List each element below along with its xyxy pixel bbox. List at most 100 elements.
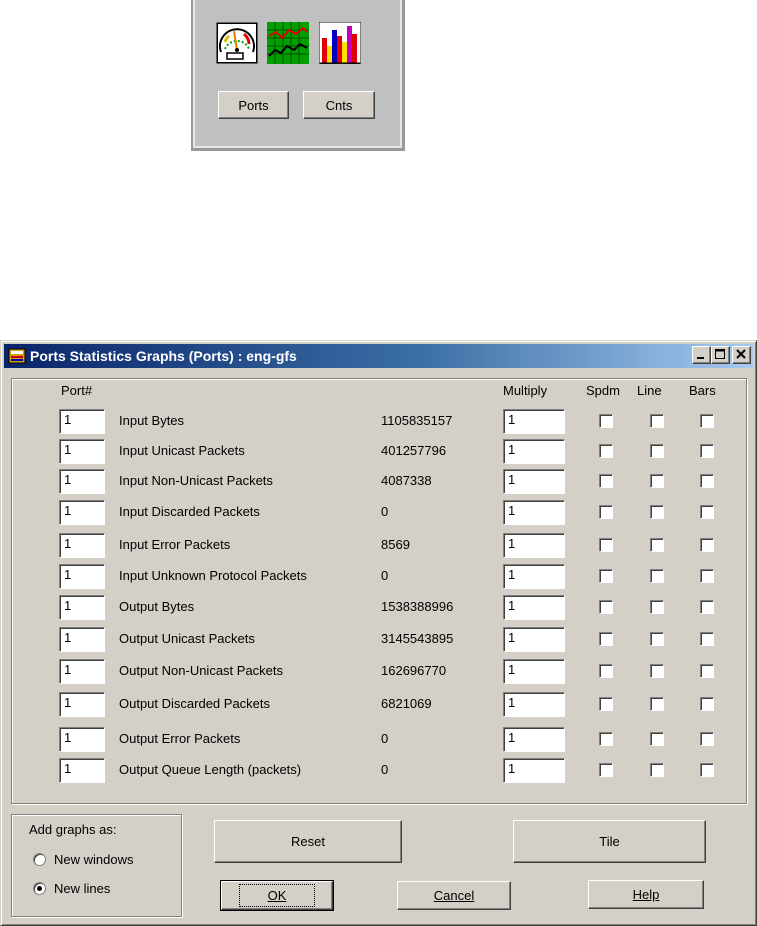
radio-circle[interactable] [33, 853, 46, 866]
window-title: Ports Statistics Graphs (Ports) : eng-gf… [30, 348, 297, 364]
bars-checkbox[interactable] [700, 697, 714, 711]
multiply-input[interactable]: 1 [503, 758, 565, 783]
stat-label: Output Error Packets [119, 731, 241, 746]
spdm-checkbox[interactable] [599, 569, 613, 583]
multiply-input[interactable]: 1 [503, 409, 565, 434]
bars-checkbox[interactable] [700, 600, 714, 614]
port-input[interactable]: 1 [59, 595, 105, 620]
line-checkbox[interactable] [650, 600, 664, 614]
multiply-input[interactable]: 1 [503, 500, 565, 525]
port-input[interactable]: 1 [59, 659, 105, 684]
port-input[interactable]: 1 [59, 692, 105, 717]
spdm-checkbox[interactable] [599, 505, 613, 519]
maximize-icon [715, 349, 725, 359]
ok-button[interactable]: OK [220, 880, 334, 911]
stat-value: 1105835157 [381, 413, 453, 428]
line-checkbox[interactable] [650, 697, 664, 711]
port-input[interactable]: 1 [59, 409, 105, 434]
maximize-button[interactable] [711, 346, 730, 364]
stat-label: Input Discarded Packets [119, 504, 260, 519]
multiply-input[interactable]: 1 [503, 439, 565, 464]
stat-row: 1 Input Bytes 1105835157 1 [1, 409, 757, 435]
line-checkbox[interactable] [650, 505, 664, 519]
port-input[interactable]: 1 [59, 758, 105, 783]
minimize-button[interactable] [692, 346, 711, 364]
stat-row: 1 Input Error Packets 8569 1 [1, 533, 757, 559]
port-input[interactable]: 1 [59, 469, 105, 494]
multiply-input[interactable]: 1 [503, 564, 565, 589]
stat-label: Output Queue Length (packets) [119, 762, 302, 777]
spdm-checkbox[interactable] [599, 632, 613, 646]
line-checkbox[interactable] [650, 538, 664, 552]
graph-toolbar: Ports Cnts [191, 0, 405, 151]
stat-value: 162696770 [381, 663, 447, 678]
line-checkbox[interactable] [650, 414, 664, 428]
bars-checkbox[interactable] [700, 632, 714, 646]
cnts-button[interactable]: Cnts [303, 91, 375, 119]
port-input[interactable]: 1 [59, 564, 105, 589]
radio-new-windows[interactable]: New windows [33, 852, 133, 867]
bars-checkbox[interactable] [700, 444, 714, 458]
port-column-header: Port# [61, 383, 93, 398]
bars-checkbox[interactable] [700, 414, 714, 428]
cancel-button[interactable]: Cancel [397, 881, 511, 910]
port-input[interactable]: 1 [59, 533, 105, 558]
radio-label: New windows [54, 852, 134, 867]
spdm-checkbox[interactable] [599, 474, 613, 488]
multiply-input[interactable]: 1 [503, 595, 565, 620]
spdm-checkbox[interactable] [599, 538, 613, 552]
spdm-column-header: Spdm [586, 383, 620, 398]
port-input[interactable]: 1 [59, 627, 105, 652]
spdm-checkbox[interactable] [599, 697, 613, 711]
spdm-checkbox[interactable] [599, 444, 613, 458]
multiply-input[interactable]: 1 [503, 727, 565, 752]
bars-checkbox[interactable] [700, 505, 714, 519]
bars-checkbox[interactable] [700, 763, 714, 777]
radio-new-lines[interactable]: New lines [33, 881, 110, 896]
reset-button[interactable]: Reset [214, 820, 402, 863]
spdm-checkbox[interactable] [599, 414, 613, 428]
line-checkbox[interactable] [650, 444, 664, 458]
title-bar[interactable]: Ports Statistics Graphs (Ports) : eng-gf… [4, 344, 753, 368]
port-input[interactable]: 1 [59, 439, 105, 464]
stat-row: 1 Output Queue Length (packets) 0 1 [1, 758, 757, 784]
stat-label: Input Error Packets [119, 537, 231, 552]
stat-value: 0 [381, 762, 389, 777]
spdm-checkbox[interactable] [599, 664, 613, 678]
port-input[interactable]: 1 [59, 727, 105, 752]
spdm-checkbox[interactable] [599, 732, 613, 746]
bar-chart-icon[interactable] [319, 22, 361, 64]
line-checkbox[interactable] [650, 732, 664, 746]
multiply-input[interactable]: 1 [503, 469, 565, 494]
close-button[interactable] [732, 346, 751, 364]
ports-button[interactable]: Ports [218, 91, 289, 119]
help-button[interactable]: Help [588, 880, 704, 909]
spdm-checkbox[interactable] [599, 763, 613, 777]
line-chart-icon[interactable] [267, 22, 309, 64]
spdm-checkbox[interactable] [599, 600, 613, 614]
line-checkbox[interactable] [650, 569, 664, 583]
port-input[interactable]: 1 [59, 500, 105, 525]
stat-row: 1 Output Non-Unicast Packets 162696770 1 [1, 659, 757, 685]
bars-checkbox[interactable] [700, 569, 714, 583]
bars-checkbox[interactable] [700, 664, 714, 678]
line-checkbox[interactable] [650, 664, 664, 678]
minimize-icon [697, 357, 704, 359]
multiply-input[interactable]: 1 [503, 692, 565, 717]
bars-checkbox[interactable] [700, 474, 714, 488]
multiply-input[interactable]: 1 [503, 627, 565, 652]
gauge-icon[interactable] [216, 22, 258, 64]
tile-button[interactable]: Tile [513, 820, 706, 863]
line-checkbox[interactable] [650, 632, 664, 646]
line-checkbox[interactable] [650, 474, 664, 488]
bars-checkbox[interactable] [700, 732, 714, 746]
multiply-input[interactable]: 1 [503, 533, 565, 558]
stat-row: 1 Input Non-Unicast Packets 4087338 1 [1, 469, 757, 495]
bars-column-header: Bars [689, 383, 716, 398]
multiply-input[interactable]: 1 [503, 659, 565, 684]
line-checkbox[interactable] [650, 763, 664, 777]
bars-checkbox[interactable] [700, 538, 714, 552]
radio-circle[interactable] [33, 882, 46, 895]
ports-statistics-dialog: Ports Statistics Graphs (Ports) : eng-gf… [0, 340, 757, 926]
stat-row: 1 Output Error Packets 0 1 [1, 727, 757, 753]
